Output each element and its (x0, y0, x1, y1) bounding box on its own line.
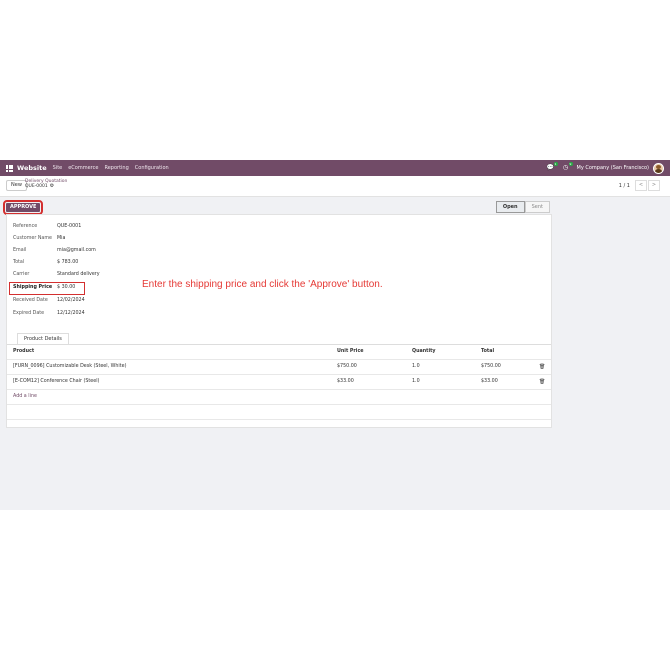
chat-badge: 1 (553, 162, 558, 166)
row-product[interactable]: [E-COM12] Conference Chair (Steel) (13, 375, 99, 389)
field-carrier: Carrier Standard delivery (13, 271, 100, 278)
field-customer-name: Customer Name Mia (13, 235, 65, 242)
apps-grid-icon[interactable] (6, 164, 13, 172)
breadcrumb: Delivery Quotation QUE-0001 ⚙ (25, 179, 67, 189)
expired-date-value[interactable]: 12/12/2024 (57, 311, 85, 316)
add-line-row: Add a line (7, 390, 551, 405)
field-label: Email (13, 248, 27, 253)
menu-item-ecommerce[interactable]: eCommerce (68, 165, 98, 171)
carrier-value[interactable]: Standard delivery (57, 272, 100, 277)
customer-name-value[interactable]: Mia (57, 236, 65, 241)
row-quantity[interactable]: 1.0 (412, 375, 420, 389)
header-unit-price[interactable]: Unit Price (337, 345, 364, 359)
row-unit-price[interactable]: $33.00 (337, 375, 354, 389)
field-label: Total (13, 260, 25, 265)
field-expired-date: Expired Date 12/12/2024 (13, 310, 85, 317)
navbar-right: 💬 1 ◷ 9 My Company (San Francisco) (547, 162, 664, 174)
field-total: Total $ 783.00 (13, 259, 78, 266)
field-reference: Reference QUE-0001 (13, 223, 81, 230)
menu-item-reporting[interactable]: Reporting (104, 165, 128, 171)
reference-value[interactable]: QUE-0001 (57, 224, 81, 229)
pager: 1 / 1 < > (619, 180, 660, 191)
table-header: Product Unit Price Quantity Total (7, 345, 551, 360)
field-received-date: Received Date 12/02/2024 (13, 297, 85, 304)
header-product[interactable]: Product (13, 345, 34, 359)
app-brand[interactable]: Website (17, 164, 47, 172)
add-line-link[interactable]: Add a line (13, 390, 37, 404)
row-product[interactable]: [FURN_0096] Customizable Desk (Steel, Wh… (13, 360, 126, 374)
table-row[interactable]: [FURN_0096] Customizable Desk (Steel, Wh… (7, 360, 551, 375)
pager-prev-button[interactable]: < (635, 180, 647, 191)
stage-sent[interactable]: Sent (524, 201, 550, 213)
status-bar: APPROVE Open Sent (2, 199, 550, 215)
row-total: $750.00 (481, 364, 501, 369)
control-panel: New Delivery Quotation QUE-0001 ⚙ 1 / 1 … (0, 176, 670, 197)
total-value[interactable]: $ 783.00 (57, 260, 78, 265)
field-label: Customer Name (13, 236, 52, 241)
breadcrumb-current: QUE-0001 (25, 184, 48, 189)
stage-open[interactable]: Open (495, 201, 525, 213)
menu-item-site[interactable]: Site (53, 165, 63, 171)
top-navbar: Website Site eCommerce Reporting Configu… (0, 160, 670, 176)
shipping-price-input[interactable]: $ 30.00 (57, 285, 75, 290)
instruction-text: Enter the shipping price and click the '… (142, 279, 383, 290)
trash-icon[interactable]: 🗑 (539, 375, 545, 389)
field-label: Received Date (13, 298, 48, 303)
trash-icon[interactable]: 🗑 (539, 360, 545, 374)
field-label: Carrier (13, 272, 30, 277)
product-table: Product Unit Price Quantity Total [FURN_… (7, 345, 551, 420)
field-label: Expired Date (13, 311, 45, 316)
company-switcher[interactable]: My Company (San Francisco) (577, 165, 650, 171)
gear-icon[interactable]: ⚙ (50, 184, 54, 189)
clock-icon[interactable]: ◷ 9 (562, 162, 573, 172)
header-quantity[interactable]: Quantity (412, 345, 436, 359)
empty-row (7, 405, 551, 420)
field-label: Shipping Price (13, 285, 53, 290)
new-button[interactable]: New (6, 180, 27, 191)
user-avatar[interactable] (653, 162, 664, 174)
form-sheet: Reference QUE-0001 Customer Name Mia Ema… (6, 214, 552, 428)
field-shipping-price: Shipping Price $ 30.00 (13, 284, 75, 291)
pager-next-button[interactable]: > (648, 180, 660, 191)
approve-button[interactable]: APPROVE (2, 199, 44, 215)
table-row[interactable]: [E-COM12] Conference Chair (Steel) $33.0… (7, 375, 551, 390)
chat-icon[interactable]: 💬 1 (547, 162, 558, 172)
breadcrumb-current-wrap: QUE-0001 ⚙ (25, 184, 67, 190)
email-value[interactable]: mia@gmail.com (57, 248, 96, 253)
row-total: $33.00 (481, 379, 498, 384)
menu-item-configuration[interactable]: Configuration (135, 165, 169, 171)
header-total[interactable]: Total (481, 345, 494, 359)
row-unit-price[interactable]: $750.00 (337, 360, 357, 374)
row-quantity[interactable]: 1.0 (412, 360, 420, 374)
stage-bar: Open Sent (495, 201, 550, 213)
pager-value[interactable]: 1 / 1 (619, 183, 630, 189)
activity-badge: 9 (568, 162, 573, 166)
field-label: Reference (13, 224, 38, 229)
field-email: Email mia@gmail.com (13, 247, 96, 254)
app-window: Website Site eCommerce Reporting Configu… (0, 160, 670, 510)
received-date-value[interactable]: 12/02/2024 (57, 298, 85, 303)
